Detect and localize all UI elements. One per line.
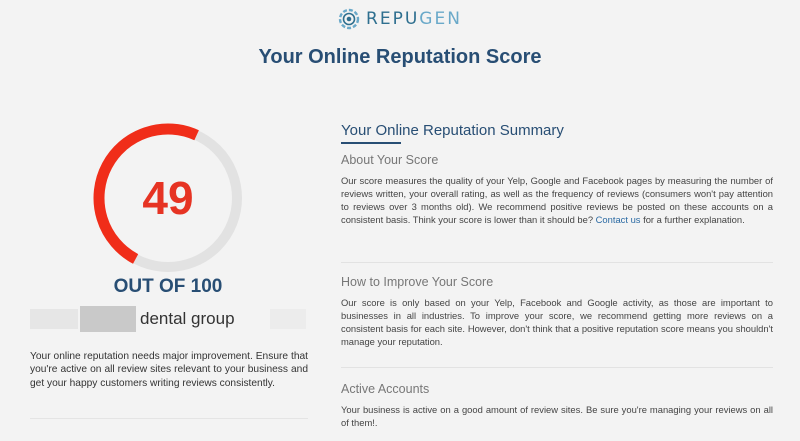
score-value: 49 bbox=[142, 172, 194, 224]
active-accounts-section: Active Accounts Your business is active … bbox=[341, 382, 773, 429]
active-accounts-body: Your business is active on a good amount… bbox=[341, 404, 773, 428]
about-score-heading: About Your Score bbox=[341, 153, 439, 167]
improve-score-heading: How to Improve Your Score bbox=[341, 275, 494, 289]
brand-logo: REPUGEN bbox=[0, 8, 800, 30]
divider bbox=[341, 367, 773, 368]
active-accounts-heading: Active Accounts bbox=[341, 382, 430, 396]
page-title: Your Online Reputation Score bbox=[258, 46, 542, 68]
improve-score-body: Our score is only based on your Yelp, Fa… bbox=[341, 297, 773, 347]
business-name: dental group bbox=[140, 309, 235, 328]
summary-title-underline bbox=[341, 142, 401, 144]
summary-title: Your Online Reputation Summary bbox=[341, 122, 564, 139]
redacted-block bbox=[30, 309, 78, 329]
brand-name: REPUGEN bbox=[366, 9, 462, 29]
business-name-row: dental group bbox=[30, 306, 306, 332]
about-score-section: About Your Score Our score measures the … bbox=[341, 153, 773, 226]
about-score-body: Our score measures the quality of your Y… bbox=[341, 175, 773, 225]
score-description: Your online reputation needs major impro… bbox=[30, 351, 308, 389]
score-out-of-label: OUT OF 100 bbox=[113, 276, 223, 297]
redacted-block bbox=[80, 306, 136, 332]
score-gauge: 49 bbox=[92, 122, 244, 274]
redacted-block bbox=[270, 309, 306, 329]
divider bbox=[341, 262, 773, 263]
improve-score-section: How to Improve Your Score Our score is o… bbox=[341, 275, 773, 348]
repugen-logo-icon bbox=[338, 8, 360, 30]
divider bbox=[30, 418, 308, 419]
contact-us-link[interactable]: Contact us bbox=[596, 214, 641, 225]
